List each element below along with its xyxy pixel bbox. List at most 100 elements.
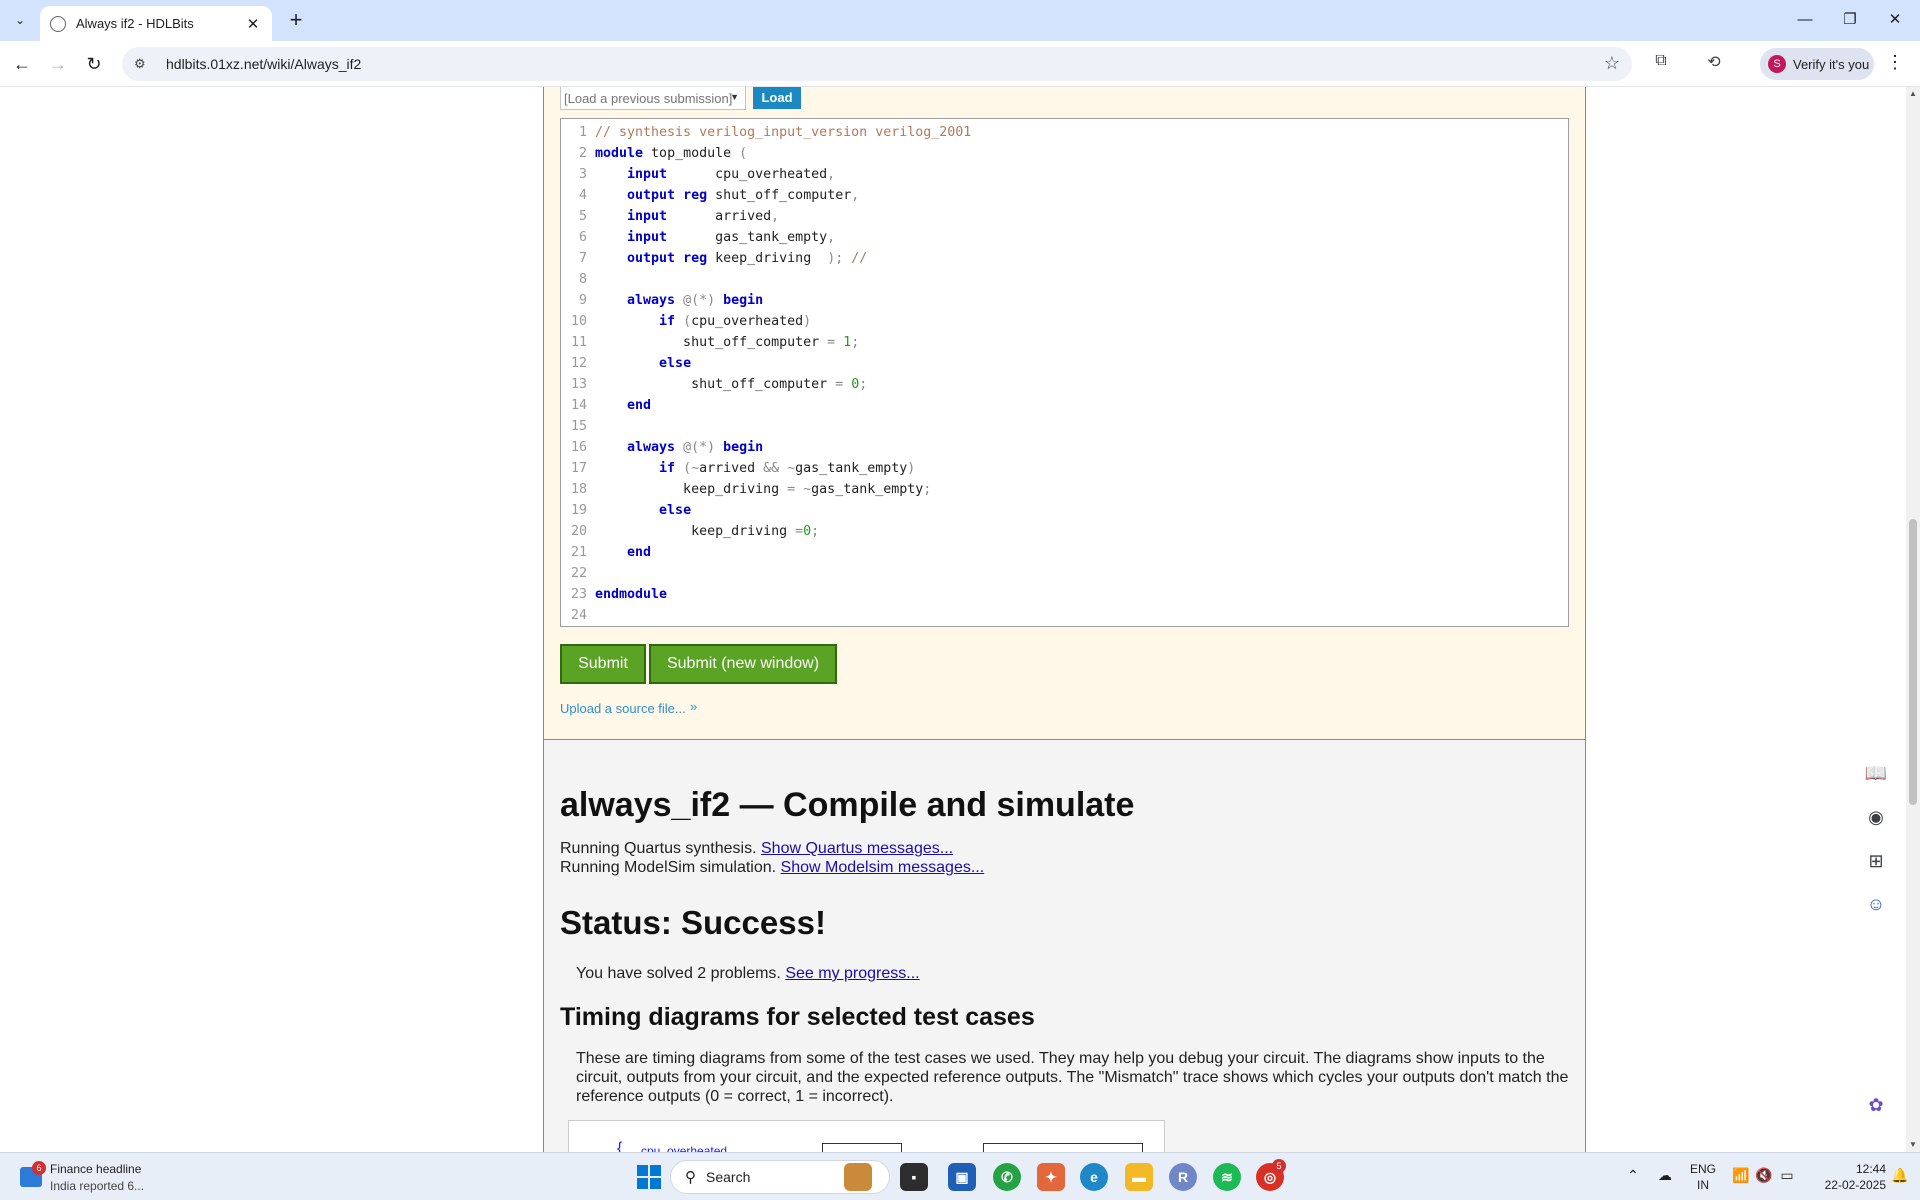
restore-icon[interactable]: ❐ bbox=[1835, 8, 1865, 32]
code-line[interactable]: 7 output reg keep_driving ); // bbox=[561, 248, 1568, 269]
code-text[interactable]: else bbox=[595, 500, 691, 521]
code-line[interactable]: 2 module top_module ( bbox=[561, 143, 1568, 164]
code-text[interactable]: if (cpu_overheated) bbox=[595, 311, 811, 332]
browser-tab[interactable]: Always if2 - HDLBits ✕ bbox=[40, 6, 272, 41]
code-line[interactable]: 19 else bbox=[561, 500, 1568, 521]
code-line[interactable]: 16 always @(*) begin bbox=[561, 437, 1568, 458]
url-text[interactable]: hdlbits.01xz.net/wiki/Always_if2 bbox=[166, 56, 361, 72]
code-text[interactable]: end bbox=[595, 395, 651, 416]
code-text[interactable]: always @(*) begin bbox=[595, 290, 763, 311]
window-close-icon[interactable]: ✕ bbox=[1880, 8, 1910, 32]
submit-new-window-button[interactable]: Submit (new window) bbox=[649, 644, 837, 684]
back-arrow-icon[interactable]: ← bbox=[8, 50, 36, 78]
code-line[interactable]: 6 input gas_tank_empty, bbox=[561, 227, 1568, 248]
code-text[interactable]: input cpu_overheated, bbox=[595, 164, 835, 185]
scroll-down-arrow-icon[interactable]: ▼ bbox=[1906, 1140, 1920, 1149]
code-text[interactable]: shut_off_computer = 0; bbox=[595, 374, 867, 395]
podcast-icon[interactable]: ◉ bbox=[1862, 803, 1890, 831]
code-line[interactable]: 21 end bbox=[561, 542, 1568, 563]
onedrive-cloud-icon[interactable]: ☁ bbox=[1655, 1167, 1675, 1184]
bookmark-star-icon[interactable]: ☆ bbox=[1604, 53, 1620, 74]
double-chevron-down-icon[interactable]: » bbox=[690, 699, 697, 714]
code-line[interactable]: 20 keep_driving =0; bbox=[561, 521, 1568, 542]
spotify-icon[interactable]: ≋ bbox=[1213, 1163, 1241, 1191]
load-submission-select[interactable]: [Load a previous submission] ▼ bbox=[560, 87, 746, 110]
copilot-app-icon[interactable]: ✦ bbox=[1037, 1163, 1065, 1191]
code-text[interactable]: keep_driving =0; bbox=[595, 521, 819, 542]
reload-icon[interactable]: ↻ bbox=[80, 50, 108, 78]
code-text[interactable]: input arrived, bbox=[595, 206, 779, 227]
r-app-icon[interactable]: R bbox=[1169, 1163, 1197, 1191]
code-line[interactable]: 24 bbox=[561, 605, 1568, 626]
code-text[interactable]: input gas_tank_empty, bbox=[595, 227, 835, 248]
code-line[interactable]: 10 if (cpu_overheated) bbox=[561, 311, 1568, 332]
code-text[interactable]: keep_driving = ~gas_tank_empty; bbox=[595, 479, 931, 500]
code-text[interactable]: output reg keep_driving ); // bbox=[595, 248, 867, 269]
site-info-icon[interactable]: ⚙ bbox=[134, 56, 154, 72]
copilot-icon[interactable]: ✿ bbox=[1862, 1091, 1890, 1119]
code-line[interactable]: 13 shut_off_computer = 0; bbox=[561, 374, 1568, 395]
apps-grid-icon[interactable]: ⊞ bbox=[1862, 847, 1890, 875]
windows-start-icon[interactable] bbox=[637, 1165, 661, 1189]
edge-icon[interactable]: e bbox=[1080, 1163, 1108, 1191]
forward-arrow-icon[interactable]: → bbox=[44, 50, 72, 78]
code-text[interactable]: endmodule bbox=[595, 584, 667, 605]
assistant-icon[interactable]: ☺ bbox=[1862, 890, 1890, 918]
code-line[interactable]: 22 bbox=[561, 563, 1568, 584]
scroll-up-arrow-icon[interactable]: ▲ bbox=[1906, 89, 1920, 98]
show-modelsim-link[interactable]: Show Modelsim messages... bbox=[781, 859, 985, 876]
code-text[interactable]: output reg shut_off_computer, bbox=[595, 185, 859, 206]
file-explorer-icon[interactable]: ▬ bbox=[1125, 1163, 1153, 1191]
code-line[interactable]: 12 else bbox=[561, 353, 1568, 374]
code-text[interactable]: // synthesis verilog_input_version veril… bbox=[595, 122, 971, 143]
reading-mode-icon[interactable]: 📖 bbox=[1862, 759, 1890, 787]
history-icon[interactable]: ⟲ bbox=[1701, 52, 1727, 76]
submit-button[interactable]: Submit bbox=[560, 644, 646, 684]
store-icon[interactable]: ▣ bbox=[948, 1163, 976, 1191]
wifi-icon[interactable]: 📶 bbox=[1731, 1167, 1751, 1184]
code-text[interactable]: shut_off_computer = 1; bbox=[595, 332, 859, 353]
code-editor[interactable]: 1 // synthesis verilog_input_version veri… bbox=[560, 118, 1569, 627]
new-tab-button[interactable]: + bbox=[283, 8, 309, 34]
tab-close-icon[interactable]: ✕ bbox=[244, 15, 262, 33]
code-text[interactable]: module top_module ( bbox=[595, 143, 747, 164]
code-line[interactable]: 15 bbox=[561, 416, 1568, 437]
notification-bell-icon[interactable]: 🔔 bbox=[1890, 1167, 1910, 1184]
upload-source-link[interactable]: Upload a source file... bbox=[560, 701, 686, 716]
profile-button[interactable]: S Verify it's you bbox=[1760, 48, 1874, 80]
page-scrollbar[interactable]: ▲ ▼ bbox=[1906, 87, 1920, 1152]
code-line[interactable]: 3 input cpu_overheated, bbox=[561, 164, 1568, 185]
address-bar[interactable]: ⚙ hdlbits.01xz.net/wiki/Always_if2 ☆ bbox=[122, 47, 1632, 81]
code-line[interactable]: 17 if (~arrived && ~gas_tank_empty) bbox=[561, 458, 1568, 479]
clock[interactable]: 12:44 22-02-2025 bbox=[1806, 1161, 1886, 1193]
tray-chevron-up-icon[interactable]: ⌃ bbox=[1623, 1167, 1643, 1184]
tab-search-chevron-icon[interactable]: ⌄ bbox=[8, 8, 32, 32]
code-line[interactable]: 4 output reg shut_off_computer, bbox=[561, 185, 1568, 206]
show-quartus-link[interactable]: Show Quartus messages... bbox=[761, 840, 953, 857]
code-line[interactable]: 5 input arrived, bbox=[561, 206, 1568, 227]
whatsapp-icon[interactable]: ✆ bbox=[993, 1163, 1021, 1191]
code-text[interactable]: always @(*) begin bbox=[595, 437, 763, 458]
code-line[interactable]: 23 endmodule bbox=[561, 584, 1568, 605]
code-line[interactable]: 18 keep_driving = ~gas_tank_empty; bbox=[561, 479, 1568, 500]
load-button[interactable]: Load bbox=[753, 87, 801, 109]
language-indicator[interactable]: ENG IN bbox=[1688, 1161, 1718, 1193]
news-widget[interactable]: 6 Finance headline India reported 6... bbox=[16, 1159, 176, 1195]
widget-scenery-icon[interactable] bbox=[844, 1163, 872, 1191]
code-line[interactable]: 9 always @(*) begin bbox=[561, 290, 1568, 311]
code-line[interactable]: 11 shut_off_computer = 1; bbox=[561, 332, 1568, 353]
code-line[interactable]: 14 end bbox=[561, 395, 1568, 416]
code-text[interactable]: if (~arrived && ~gas_tank_empty) bbox=[595, 458, 915, 479]
see-progress-link[interactable]: See my progress... bbox=[785, 965, 919, 982]
code-line[interactable]: 1 // synthesis verilog_input_version veri… bbox=[561, 122, 1568, 143]
code-text[interactable]: end bbox=[595, 542, 651, 563]
scroll-thumb[interactable] bbox=[1909, 519, 1917, 805]
code-line[interactable]: 8 bbox=[561, 269, 1568, 290]
kebab-menu-icon[interactable]: ⋮ bbox=[1886, 52, 1904, 73]
battery-icon[interactable]: ▭ bbox=[1777, 1167, 1797, 1184]
extensions-icon[interactable]: ⧉ bbox=[1648, 52, 1674, 76]
terminal-icon[interactable]: ▪ bbox=[900, 1163, 928, 1191]
code-text[interactable]: else bbox=[595, 353, 691, 374]
minimize-icon[interactable]: — bbox=[1790, 8, 1820, 32]
speaker-muted-icon[interactable]: 🔇 bbox=[1754, 1167, 1774, 1184]
